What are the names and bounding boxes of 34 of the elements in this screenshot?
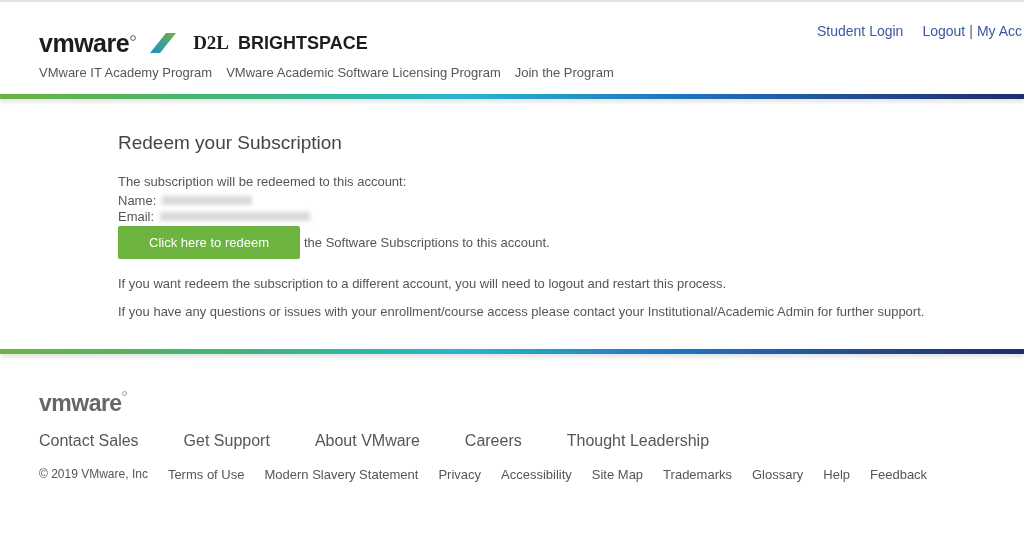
vmware-logo: vmware (39, 31, 130, 55)
legal-link[interactable]: Help (823, 467, 851, 482)
d2l-logo: D2L (193, 32, 230, 54)
footer-link[interactable]: Thought Leadership (566, 432, 710, 450)
info-paragraph: If you have any questions or issues with your enrollment/course access please contact your Institutional/Academic Admin for further support. (118, 304, 926, 319)
logout-link[interactable]: Logout (922, 23, 966, 39)
copyright-text: © 2019 VMware, Inc (39, 467, 148, 482)
footer-link[interactable]: Contact Sales (39, 432, 139, 450)
slash-icon (150, 33, 177, 53)
legal-link[interactable]: Feedback (870, 467, 928, 482)
intro-text: The subscription will be redeemed to this account: (118, 174, 408, 189)
page-title: Redeem your Subscription (118, 132, 343, 154)
legal-link[interactable]: Terms of Use (167, 467, 245, 482)
legal-link[interactable]: Glossary (752, 467, 804, 482)
footer-link[interactable]: Get Support (183, 432, 270, 450)
my-account-link[interactable]: My Acc (976, 23, 1022, 39)
legal-link[interactable]: Privacy (438, 467, 481, 482)
student-login-link[interactable]: Student Login (817, 23, 904, 39)
info-paragraph: If you want redeem the subscription to a different account, you will need to logout and restart this process. (118, 276, 728, 291)
brightspace-logo: BRIGHTSPACE (238, 32, 368, 54)
footer-link[interactable]: About VMware (314, 432, 420, 450)
field-label: Name: (118, 192, 157, 208)
nav-link[interactable]: VMware Academic Software Licensing Program (226, 65, 501, 80)
nav-link[interactable]: VMware IT Academy Program (39, 65, 213, 80)
link-separator: | (969, 23, 973, 39)
field-label: Email: (118, 208, 155, 224)
button-suffix-text: the Software Subscriptions to this account. (304, 235, 550, 250)
legal-link[interactable]: Trademarks (663, 467, 732, 482)
legal-link[interactable]: Site Map (591, 467, 644, 482)
vmware-logo: vmware (39, 391, 122, 415)
nav-link[interactable]: Join the Program (514, 65, 614, 80)
legal-link[interactable]: Accessibility (501, 467, 572, 482)
footer-link[interactable]: Careers (464, 432, 522, 450)
legal-link[interactable]: Modern Slavery Statement (264, 467, 419, 482)
